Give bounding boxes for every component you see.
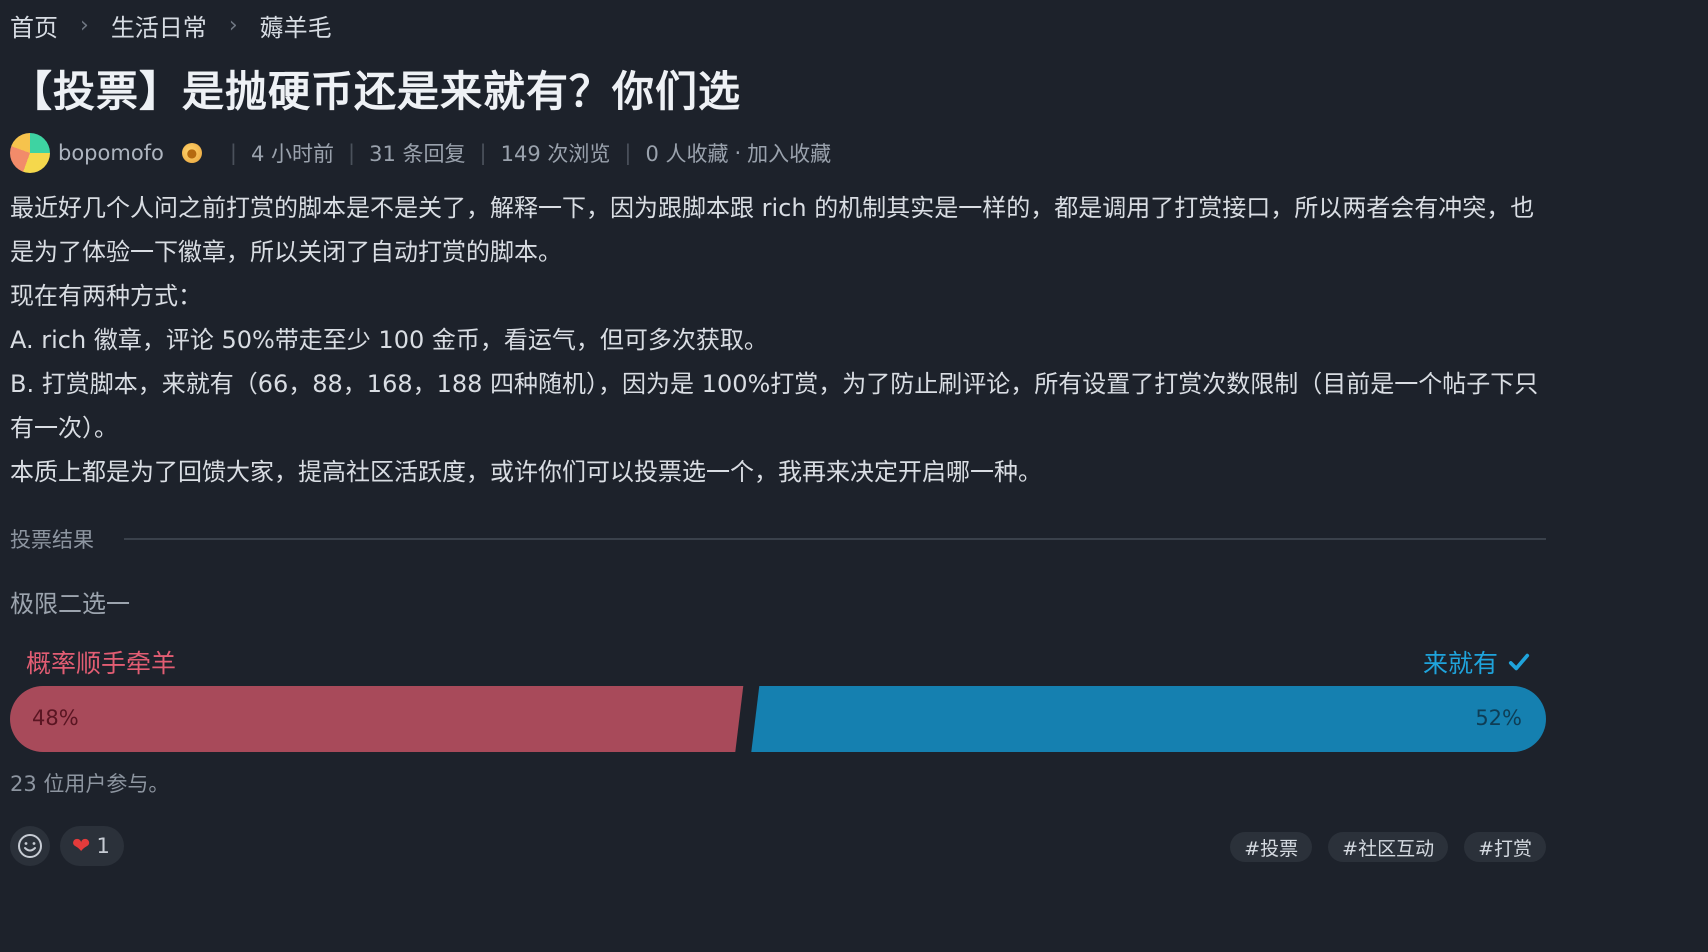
- breadcrumb: 首页 › 生活日常 › 薅羊毛: [10, 8, 332, 42]
- breadcrumb-subcategory[interactable]: 薅羊毛: [260, 8, 332, 43]
- chevron-right-icon: ›: [228, 12, 238, 38]
- smiley-icon: [18, 834, 42, 858]
- poll-participants: 23 位用户参与。: [10, 772, 170, 796]
- tag-item[interactable]: #投票: [1230, 832, 1313, 862]
- meta-divider: |: [229, 141, 237, 165]
- post-time: 4 小时前: [250, 142, 335, 166]
- breadcrumb-home[interactable]: 首页: [10, 8, 58, 43]
- poll-section-header: 投票结果: [10, 524, 1546, 554]
- poll-option-a-percent: 48%: [32, 706, 79, 730]
- add-reaction-button[interactable]: [10, 826, 50, 866]
- poll-divider: [124, 538, 1546, 540]
- meta-divider: |: [479, 141, 487, 165]
- post-title: 【投票】是抛硬币还是来就有？你们选: [10, 67, 742, 116]
- avatar[interactable]: [10, 133, 50, 173]
- poll-result-bar: [10, 686, 1546, 752]
- meta-dot: ·: [734, 141, 742, 165]
- tag-item[interactable]: #社区互动: [1328, 832, 1449, 862]
- poll-bar-option-a: [10, 686, 744, 752]
- post-body: 最近好几个人问之前打赏的脚本是不是关了，解释一下，因为跟脚本跟 rich 的机制…: [10, 186, 1550, 494]
- meta-divider: |: [624, 141, 632, 165]
- chevron-right-icon: ›: [80, 12, 89, 38]
- poll-bar-option-b: [751, 686, 1546, 752]
- coin-badge-icon: ●: [181, 143, 202, 163]
- poll-section-label: 投票结果: [10, 528, 94, 552]
- author-name[interactable]: bopomofo: [58, 141, 164, 165]
- poll-option-a-label: 概率顺手牵羊: [26, 649, 177, 678]
- poll-option-b: 来就有: [1423, 644, 1530, 680]
- reply-count: 31 条回复: [369, 142, 466, 166]
- tag-list: #投票 #社区互动 #打赏: [1230, 832, 1546, 862]
- check-icon: [1508, 653, 1530, 671]
- tag-item[interactable]: #打赏: [1464, 832, 1546, 862]
- right-margin: [1568, 0, 1708, 952]
- post-page: 首页 › 生活日常 › 薅羊毛 【投票】是抛硬币还是来就有？你们选 bopomo…: [0, 0, 1568, 874]
- body-paragraph: B. 打赏脚本，来就有（66，88，168，188 四种随机），因为是 100%…: [10, 370, 1539, 442]
- poll-option-b-label: 来就有: [1422, 649, 1498, 678]
- body-paragraph: 本质上都是为了回馈大家，提高社区活跃度，或许你们可以投票选一个，我再来决定开启哪…: [10, 458, 1042, 486]
- heart-reaction-button[interactable]: ❤ 1: [60, 826, 124, 866]
- view-count: 149 次浏览: [500, 142, 611, 166]
- breadcrumb-category[interactable]: 生活日常: [111, 8, 207, 43]
- heart-icon: ❤: [72, 833, 91, 859]
- body-paragraph: 现在有两种方式：: [10, 282, 202, 310]
- post-meta: bopomofo ● | 4 小时前 | 31 条回复 | 149 次浏览 | …: [10, 132, 831, 174]
- body-paragraph: A. rich 徽章，评论 50%带走至少 100 金币，看运气，但可多次获取。: [10, 326, 768, 354]
- poll-question: 极限二选一: [10, 590, 130, 618]
- meta-divider: |: [348, 141, 356, 165]
- poll-option-b-percent: 52%: [1475, 706, 1522, 730]
- body-paragraph: 最近好几个人问之前打赏的脚本是不是关了，解释一下，因为跟脚本跟 rich 的机制…: [10, 194, 1535, 266]
- post-footer: ❤ 1 #投票 #社区互动 #打赏: [10, 826, 1546, 866]
- like-count: 1: [96, 834, 110, 858]
- favorite-count: 0 人收藏: [645, 142, 729, 166]
- add-favorite-link[interactable]: 加入收藏: [747, 138, 831, 168]
